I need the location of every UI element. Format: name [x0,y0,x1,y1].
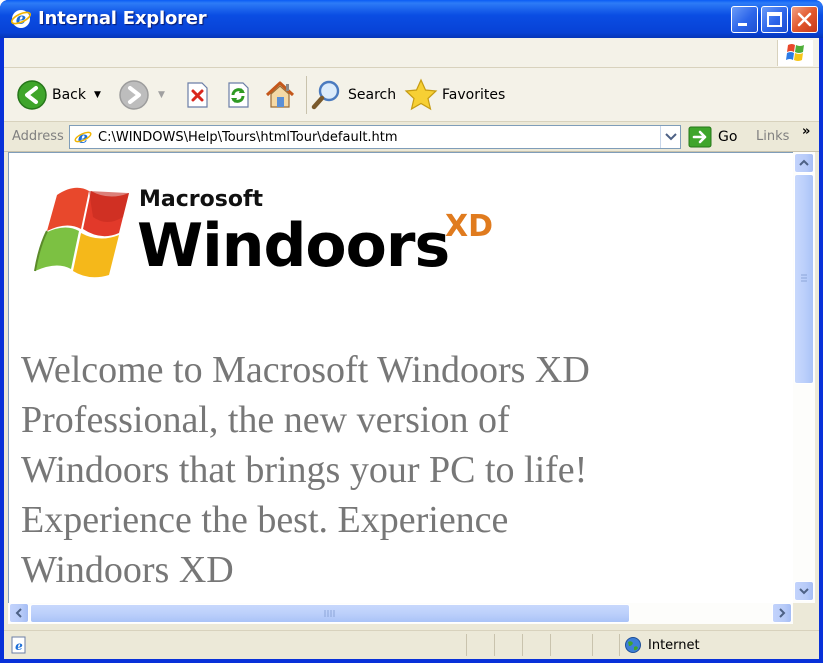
go-arrow-icon [688,126,712,148]
svg-text:e: e [15,639,23,653]
forward-button[interactable]: ▼ [118,78,165,112]
page-status-icon: e [11,636,26,654]
address-bar: Address e C:\WINDOWS\Help\Tours\htmlTour… [4,122,819,152]
forward-dropdown-icon[interactable]: ▼ [158,90,165,100]
scroll-right-button[interactable] [772,603,792,623]
links-chevron-icon[interactable]: » [802,124,810,139]
ie-logo-icon: e [10,9,32,28]
links-label[interactable]: Links [756,129,789,144]
browser-window: e Internal Explorer Back ▼ ▼ Search Favo… [0,0,823,663]
minimize-button[interactable] [731,6,758,33]
stop-icon [187,82,208,108]
back-label: Back [52,87,86,103]
chevron-up-icon [799,159,809,166]
favorites-button[interactable]: Favorites [404,78,505,112]
horizontal-scrollbar[interactable] [8,603,793,624]
minimize-icon [738,23,747,26]
scroll-up-button[interactable] [794,153,814,173]
scrollbar-corner [793,603,815,624]
favorites-label: Favorites [442,87,506,103]
forward-arrow-icon [119,80,149,110]
grip-icon [324,610,335,617]
brand-edition: XD [445,209,494,244]
maximize-icon [767,12,782,27]
windows-flag-icon [786,44,804,61]
status-cell [619,634,620,656]
stop-button[interactable] [182,78,212,112]
home-icon [265,81,295,108]
standard-toolbar: Back ▼ ▼ Search Favorites [4,68,819,122]
search-button[interactable]: Search [310,78,396,112]
close-icon [797,12,812,27]
search-icon [311,80,340,110]
toolbar-separator [306,76,307,114]
address-input[interactable]: e C:\WINDOWS\Help\Tours\htmlTour\default… [69,125,681,149]
page-ie-icon: e [74,128,92,146]
status-bar: e Internet [4,630,819,659]
windows-flag-logo-icon [34,187,129,278]
address-dropdown-button[interactable] [660,126,680,148]
chevron-left-icon [15,608,22,618]
page-viewport[interactable]: Macrosoft Windoors XD Welcome to Macroso… [8,152,815,624]
status-cell [522,634,523,656]
back-arrow-icon [17,80,47,110]
star-icon [404,78,438,111]
address-label: Address [12,129,64,144]
window-title: Internal Explorer [38,8,207,29]
client-area: Back ▼ ▼ Search Favorites Address e C:\W… [4,38,819,659]
horizontal-scroll-thumb[interactable] [30,604,630,623]
status-cell [592,634,593,656]
status-cell [494,634,495,656]
status-cell [466,634,467,656]
maximize-button[interactable] [761,6,788,33]
status-cell [550,634,551,656]
grip-icon [801,274,807,282]
security-zone[interactable]: Internet [624,636,700,654]
menu-bar [4,38,819,68]
windows-flag-throbber [777,40,813,66]
vertical-scrollbar[interactable] [793,152,815,603]
title-bar[interactable]: e Internal Explorer [0,0,823,38]
svg-text:e: e [78,128,88,146]
search-label: Search [348,87,397,103]
scroll-down-button[interactable] [794,581,814,601]
back-dropdown-icon[interactable]: ▼ [94,90,101,100]
refresh-button[interactable] [223,78,253,112]
chevron-down-icon [799,588,809,595]
chevron-down-icon [665,133,677,141]
vertical-scroll-thumb[interactable] [794,174,814,384]
welcome-text: Welcome to Macrosoft Windoors XD Profess… [21,349,590,591]
go-button[interactable]: Go [688,125,737,149]
brand-maker: Macrosoft [139,187,264,212]
brand-product: Windoors [137,211,450,281]
chevron-right-icon [779,608,786,618]
home-button[interactable] [263,78,297,112]
globe-icon [625,637,641,653]
address-url: C:\WINDOWS\Help\Tours\htmlTour\default.h… [98,130,398,145]
refresh-icon [228,82,249,108]
scroll-left-button[interactable] [9,603,29,623]
go-label: Go [718,129,738,145]
back-button[interactable]: Back ▼ [16,78,101,112]
close-button[interactable] [791,6,818,33]
zone-label: Internet [648,637,700,653]
